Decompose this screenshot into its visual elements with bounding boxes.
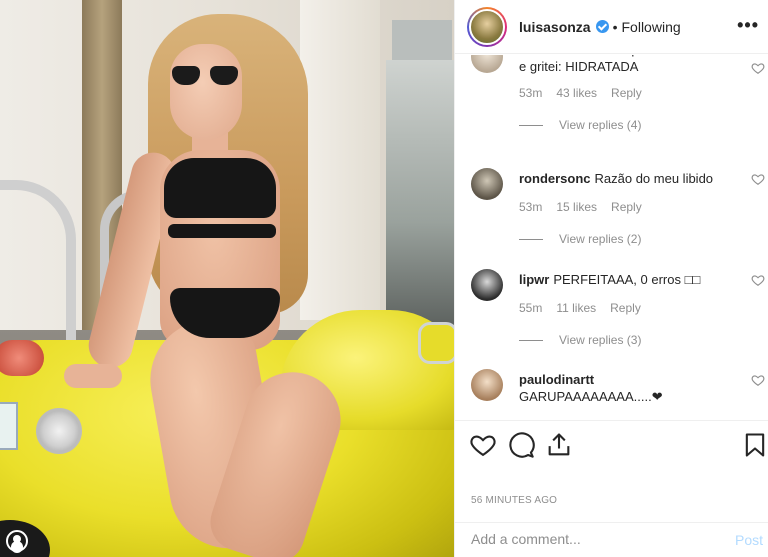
comment-likes[interactable]: 11 likes [556,301,596,315]
comment-like-heart-icon[interactable] [751,61,765,75]
comment-meta: 55m 11 likes Reply [519,301,655,315]
fuel-cap [36,408,82,454]
profile-avatar[interactable] [467,6,507,47]
following-button[interactable]: Following [622,19,681,35]
separator-dot: • [612,18,618,35]
comment-text: GARUPAAAAAAAA.....❤ [519,389,663,404]
window [392,20,452,60]
license-plate [0,402,18,450]
post-header: luisasonza • Following ••• [455,0,768,54]
comment-item: rondersonc Razão do meu libido 53m 15 like… [471,168,765,248]
add-comment-input[interactable] [471,531,711,547]
post-timestamp[interactable]: 56 minutes ago [471,495,557,506]
commenter-avatar[interactable] [471,369,503,401]
comment-text: Razão do meu libido [594,171,714,186]
person-face [170,44,242,140]
commenter-avatar[interactable] [471,55,503,73]
view-replies-button[interactable]: View replies (4) [519,118,641,132]
comment-username[interactable]: paulodinartt [519,371,735,388]
comment-username[interactable]: rondersonc [519,171,591,186]
bookmark-icon[interactable] [741,431,768,459]
comment-time: 53m [519,86,543,100]
doorway [386,60,454,330]
comment-likes[interactable]: 15 likes [556,200,597,214]
comment-like-heart-icon[interactable] [751,373,765,387]
comments-list[interactable]: xuxahaveeu olhei pra sua cara dela e gri… [455,55,768,420]
view-replies-button[interactable]: View replies (2) [519,232,641,246]
post-photo[interactable] [0,0,454,557]
reply-button[interactable]: Reply [611,86,642,100]
comment-like-heart-icon[interactable] [751,172,765,186]
tagged-user-icon[interactable] [6,530,28,552]
comment-meta: 53m 15 likes Reply [519,200,656,214]
comment-item: xuxahaveeu olhei pra sua cara dela e gri… [471,55,765,141]
add-comment-bar: Post [455,522,768,557]
comment-text: PERFEITAAA, 0 erros □□ [553,272,701,287]
car-mirror [418,322,454,364]
comment-text: eu olhei pra sua cara dela e gritei: HID… [519,55,732,74]
comment-icon[interactable] [507,431,535,459]
commenter-avatar[interactable] [471,269,503,301]
bikini-band [168,224,276,238]
comment-username[interactable]: xuxahave [519,55,578,57]
verified-badge-icon [595,20,609,33]
view-replies-button[interactable]: View replies (3) [519,333,641,347]
comment-item: lipwr PERFEITAAA, 0 erros □□ 55m 11 likes R… [471,269,765,349]
roll-bar [0,180,76,350]
heart-icon[interactable] [469,431,497,459]
reply-button[interactable]: Reply [610,301,641,315]
bikini-top [164,158,276,218]
reply-button[interactable]: Reply [611,200,642,214]
pillar [300,0,380,320]
person-hand [64,364,122,388]
comment-likes[interactable]: 43 likes [556,86,597,100]
post-comment-button[interactable]: Post [735,532,763,548]
commenter-avatar[interactable] [471,168,503,200]
comment-time: 53m [519,200,543,214]
car-taillight [0,340,44,376]
post-sidebar: luisasonza • Following ••• xuxahaveeu ol… [454,0,768,557]
comment-like-heart-icon[interactable] [751,273,765,287]
comment-item: paulodinartt GARUPAAAAAAAA.....❤ [471,369,765,419]
profile-username[interactable]: luisasonza [519,19,591,35]
sunglasses [170,66,238,86]
post-actions [455,420,768,470]
share-icon[interactable] [545,431,573,459]
comment-meta: 53m 43 likes Reply [519,86,656,100]
more-options-icon[interactable]: ••• [737,16,759,34]
comment-time: 55m [519,301,543,315]
comment-username[interactable]: lipwr [519,272,549,287]
